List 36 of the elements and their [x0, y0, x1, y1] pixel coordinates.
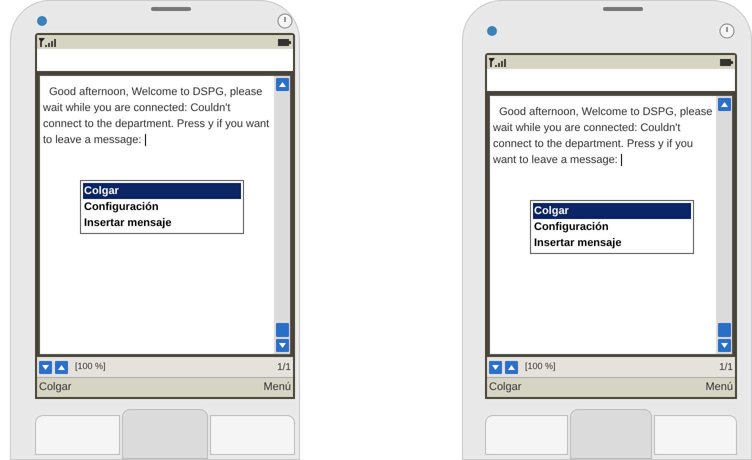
- menu-item[interactable]: Insertar mensaje: [83, 215, 241, 231]
- scroll-thumb[interactable]: [276, 323, 288, 337]
- zoom-out-icon[interactable]: [39, 360, 52, 374]
- zoom-level: [100 %]: [75, 360, 106, 374]
- power-icon[interactable]: [277, 13, 293, 29]
- menu-item[interactable]: Colgar: [533, 203, 691, 219]
- light-indicator-icon: [487, 26, 497, 36]
- speaker-slot: [151, 7, 191, 11]
- left-softkey[interactable]: Colgar: [489, 379, 522, 396]
- zoom-level: [100 %]: [525, 360, 556, 374]
- scroll-up-icon[interactable]: [718, 98, 730, 111]
- zoom-in-icon[interactable]: [505, 360, 518, 374]
- right-softkey[interactable]: Menú: [263, 379, 291, 396]
- message-text: Good afternoon, Welcome to DSPG, please wait while you are connected: Couldn't connect to the department. Press y if you want to leave a message:: [493, 105, 713, 168]
- menu-item[interactable]: Colgar: [83, 183, 241, 199]
- scroll-up-icon[interactable]: [276, 78, 288, 91]
- zoom-in-icon[interactable]: [55, 360, 68, 374]
- power-icon[interactable]: [719, 23, 735, 39]
- speaker-slot: [603, 7, 643, 11]
- right-softkey[interactable]: Menú: [705, 379, 733, 396]
- page-number: 1/1: [277, 360, 291, 374]
- scroll-down-icon[interactable]: [718, 339, 730, 352]
- signal-icon: [489, 58, 507, 66]
- left-softkey[interactable]: Colgar: [39, 379, 72, 396]
- message-text: Good afternoon, Welcome to DSPG, please wait while you are connected: Couldn't connect to the department. Press y if you want to leave a message:: [43, 85, 270, 148]
- battery-icon: [278, 38, 291, 46]
- scroll-down-icon[interactable]: [276, 339, 288, 352]
- scroll-thumb[interactable]: [718, 323, 730, 337]
- light-indicator-icon: [37, 16, 47, 26]
- menu-item[interactable]: Configuración: [533, 219, 691, 235]
- menu-item[interactable]: Insertar mensaje: [533, 235, 691, 251]
- zoom-out-icon[interactable]: [489, 360, 502, 374]
- battery-icon: [720, 58, 733, 66]
- signal-icon: [39, 38, 57, 46]
- page-number: 1/1: [719, 360, 733, 374]
- menu-item[interactable]: Configuración: [83, 199, 241, 215]
